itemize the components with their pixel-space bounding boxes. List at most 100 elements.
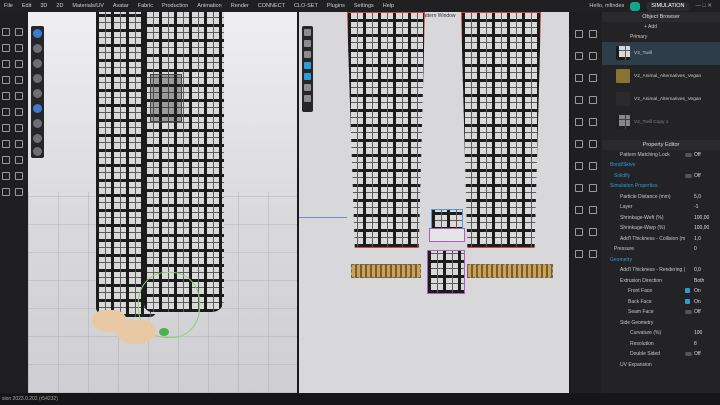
texture-tool-icon[interactable] — [15, 92, 23, 100]
puckering-icon[interactable] — [589, 206, 597, 214]
point-tool-icon[interactable] — [15, 60, 23, 68]
menu-avatar[interactable]: Avatar — [113, 3, 129, 9]
texture-display-icon[interactable] — [33, 89, 42, 98]
right-binding-strip[interactable] — [467, 264, 553, 278]
pocket-flap-piece[interactable] — [429, 228, 465, 242]
property-row[interactable]: Shrinkage-Warp (%) 100,00 — [602, 223, 720, 234]
menu-3d[interactable]: 3D — [40, 3, 47, 9]
pattern-shirt-icon[interactable] — [304, 40, 311, 47]
menu-settings[interactable]: Settings — [354, 3, 374, 9]
pattern-fill-icon[interactable] — [304, 73, 311, 80]
window-controls[interactable]: — □ ✕ — [696, 3, 713, 9]
uv-expansion-row[interactable]: UV Expansion — [602, 360, 720, 371]
trace-icon[interactable] — [589, 184, 597, 192]
object-section-primary[interactable]: Primary — [602, 33, 720, 42]
trim-tool-icon[interactable] — [2, 124, 10, 132]
menu-fabric[interactable]: Fabric — [138, 3, 153, 9]
fold-tool-icon[interactable] — [15, 44, 23, 52]
solidify-section[interactable]: Solidify Off — [602, 171, 720, 182]
pattern-transform-icon[interactable] — [589, 30, 597, 38]
geometry-section[interactable]: Geometry — [602, 255, 720, 266]
ruler-2d-icon[interactable] — [589, 250, 597, 258]
polygon-icon[interactable] — [575, 52, 583, 60]
pin-tool-icon[interactable] — [2, 44, 10, 52]
menu-connect[interactable]: CONNECT — [258, 3, 285, 9]
grid-display-icon[interactable] — [33, 147, 42, 156]
tape-tool-icon[interactable] — [15, 140, 23, 148]
seam-allowance-icon[interactable] — [575, 96, 583, 104]
render-icon[interactable] — [33, 59, 42, 68]
3d-garment-window[interactable]: ColossiClass_PipingandBinding.zpac — [28, 12, 297, 393]
curve-icon[interactable] — [575, 74, 583, 82]
resolution-row[interactable]: Resolution 8 — [602, 339, 720, 350]
avatar-display-icon[interactable] — [33, 74, 42, 83]
menu-materials-uv[interactable]: Materials/UV — [72, 3, 103, 9]
pattern-grid-icon[interactable] — [304, 84, 311, 91]
double-sided-row[interactable]: Double Sided Off — [602, 349, 720, 360]
back-face-checkbox[interactable] — [685, 298, 690, 304]
left-binding-strip[interactable] — [351, 264, 421, 278]
seam-display-icon[interactable] — [33, 119, 42, 128]
extrusion-direction-row[interactable]: Extrusion Direction Both — [602, 276, 720, 287]
measure-tool-icon[interactable] — [2, 92, 10, 100]
notch-icon[interactable] — [589, 96, 597, 104]
cuff-pattern-piece[interactable] — [427, 250, 465, 294]
free-sewing-icon[interactable] — [589, 118, 597, 126]
pattern-matching-lock-row[interactable]: Pattern Matching Lock Off — [602, 150, 720, 161]
fabric-item[interactable]: V2_Animal_Alternatives_Vegan — [602, 88, 720, 111]
menu-production[interactable]: Production — [162, 3, 188, 9]
pattern-lock-toggle[interactable] — [685, 152, 692, 157]
light-icon[interactable] — [33, 104, 42, 113]
front-face-checkbox[interactable] — [685, 288, 690, 293]
pattern-view-icon[interactable] — [304, 29, 311, 36]
render-thickness-row[interactable]: Add'l Thickness - Rendering (0,0 — [602, 265, 720, 276]
fabric-item[interactable]: V2_Twill Copy 1 — [602, 111, 720, 134]
right-pant-leg[interactable] — [144, 12, 224, 312]
front-face-row[interactable]: Front Face On — [602, 286, 720, 297]
pleat-icon[interactable] — [589, 140, 597, 148]
sewing-tool-icon[interactable] — [2, 76, 10, 84]
side-geometry-row[interactable]: Side Geometry — [602, 318, 720, 329]
smooth-tool-icon[interactable] — [2, 188, 10, 196]
property-row[interactable]: Particle Distance (mm) 5,0 — [602, 192, 720, 203]
menu-2d[interactable]: 2D — [56, 3, 63, 9]
graphic-tool-icon[interactable] — [15, 124, 23, 132]
zipper-tool-icon[interactable] — [15, 108, 23, 116]
edit-texture-icon[interactable] — [575, 162, 583, 170]
pattern-sew-icon[interactable] — [304, 51, 311, 58]
seam-face-row[interactable]: Seam Face Off — [602, 307, 720, 318]
pattern-ruler-icon[interactable] — [304, 95, 311, 102]
menu-edit[interactable]: Edit — [22, 3, 31, 9]
rectangle-icon[interactable] — [589, 52, 597, 60]
property-row[interactable]: Layer -1 — [602, 202, 720, 213]
segment-sewing-icon[interactable] — [575, 118, 583, 126]
menu-clo-set[interactable]: CLO-SET — [294, 3, 318, 9]
avatar-tool-icon[interactable] — [2, 140, 10, 148]
bond-skive-section[interactable]: Bond/Skive — [602, 160, 720, 171]
menu-plugins[interactable]: Plugins — [327, 3, 345, 9]
menu-file[interactable]: File — [4, 3, 13, 9]
move-tool-icon[interactable] — [15, 28, 23, 36]
stitch-tool-icon[interactable] — [15, 172, 23, 180]
add-button[interactable]: + Add — [644, 24, 657, 30]
binding-tool-icon[interactable] — [15, 156, 23, 164]
fur-tool-icon[interactable] — [2, 172, 10, 180]
binding-2d-icon[interactable] — [589, 228, 597, 236]
menu-help[interactable]: Help — [383, 3, 394, 9]
internal-line-icon[interactable] — [575, 184, 583, 192]
pattern-select-icon[interactable] — [575, 30, 583, 38]
view-mode-icon[interactable] — [33, 29, 42, 38]
gizmo-icon[interactable] — [159, 328, 169, 336]
pattern-texture-icon[interactable] — [304, 62, 311, 69]
solidify-toggle[interactable] — [685, 173, 692, 178]
cargo-pocket[interactable] — [150, 74, 182, 122]
pin-display-icon[interactable] — [33, 134, 42, 143]
topstitch-icon[interactable] — [575, 206, 583, 214]
simulation-properties-section[interactable]: Simulation Properties — [602, 181, 720, 192]
curvature-row[interactable]: Curvature (%) 100 — [602, 328, 720, 339]
2d-pattern-window[interactable]: 2D Pattern Window — [299, 12, 569, 393]
user-greeting[interactable]: Hello, mfindes — [589, 3, 624, 9]
shrink-tool-icon[interactable] — [15, 188, 23, 196]
graphic-2d-icon[interactable] — [589, 162, 597, 170]
pressure-row[interactable]: Pressure 0 — [602, 244, 720, 255]
